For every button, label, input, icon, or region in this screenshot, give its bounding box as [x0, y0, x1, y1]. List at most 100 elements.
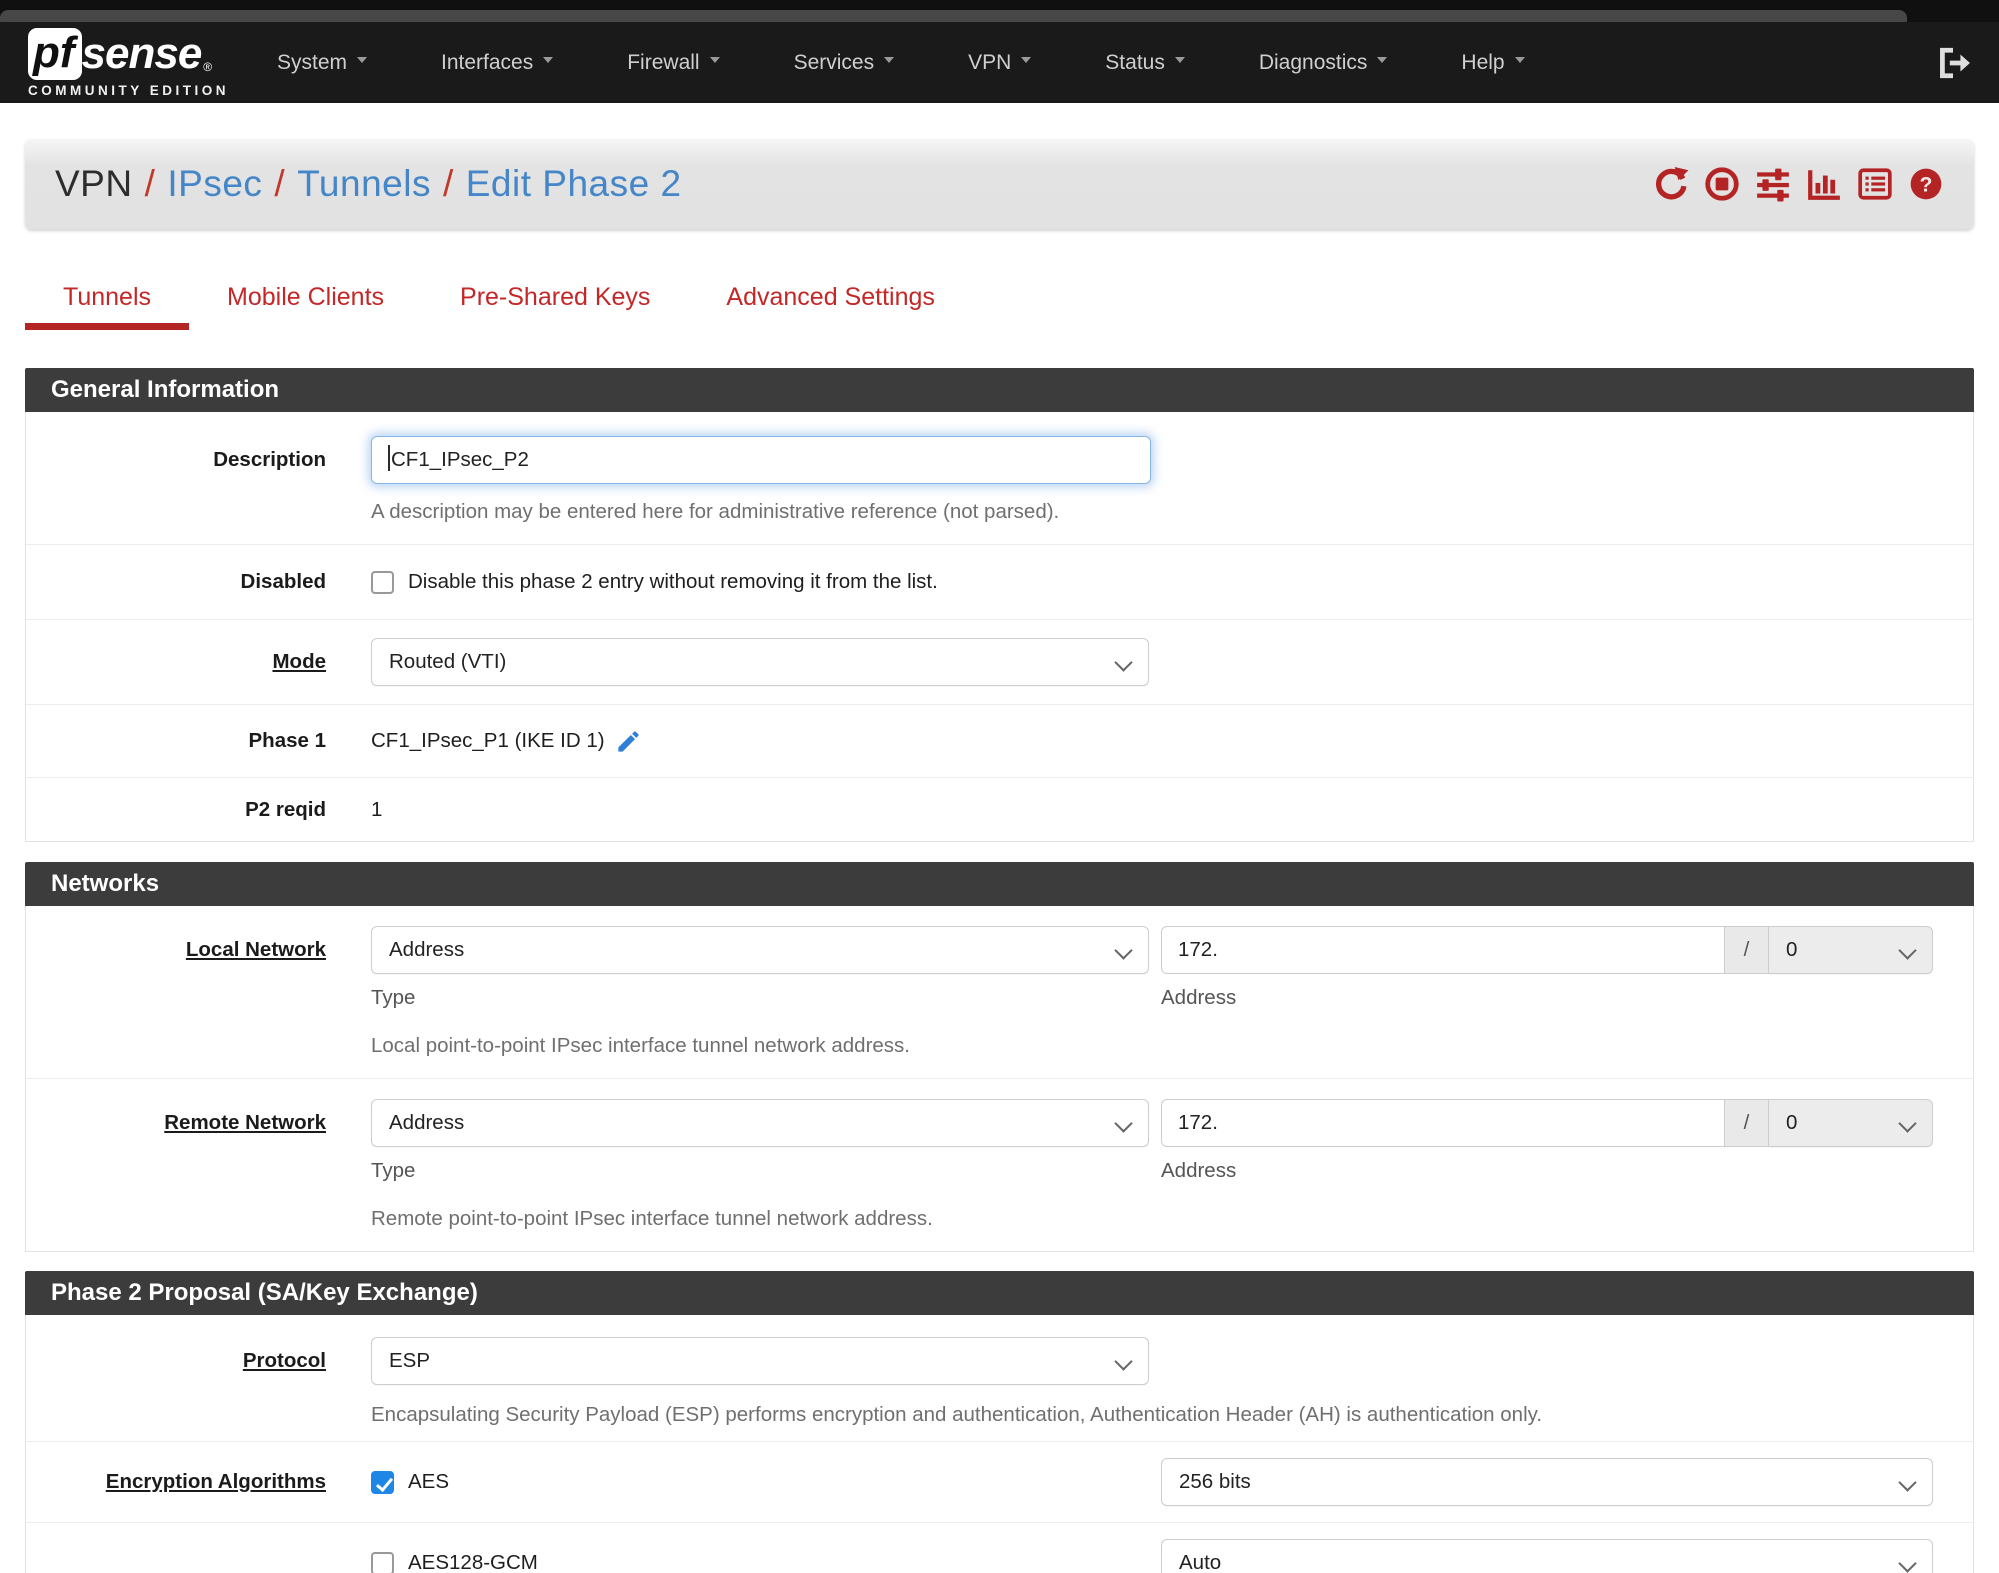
local-network-address-input[interactable]: 172. [1161, 926, 1725, 974]
breadcrumb-link-ipsec[interactable]: IPsec [167, 163, 262, 204]
section-title-networks: Networks [25, 862, 1974, 906]
description-input[interactable]: CF1_IPsec_P2 [371, 436, 1151, 484]
breadcrumb: VPN / IPsec / Tunnels / Edit Phase 2 [55, 163, 682, 204]
section-title-proposal: Phase 2 Proposal (SA/Key Exchange) [25, 1271, 1974, 1315]
aes-checkbox[interactable] [371, 1470, 394, 1494]
encryption-row-aes128gcm: AES128-GCM Auto [26, 1522, 1973, 1573]
breadcrumb-bar: VPN / IPsec / Tunnels / Edit Phase 2 ? [25, 139, 1974, 229]
nav-item-services[interactable]: Services [794, 51, 895, 75]
help-icon[interactable]: ? [1908, 166, 1944, 202]
chevron-down-icon [1377, 57, 1388, 68]
breadcrumb-link-tunnels[interactable]: Tunnels [297, 163, 431, 204]
refresh-icon[interactable] [1653, 166, 1689, 202]
p2-reqid-value: 1 [371, 798, 383, 821]
tab-mobile-clients[interactable]: Mobile Clients [189, 273, 422, 330]
local-network-type-select[interactable]: Address [371, 926, 1149, 974]
aes128gcm-checkbox-label: AES128-GCM [408, 1551, 538, 1573]
phase1-label: Phase 1 [248, 729, 327, 752]
main-navbar: pf sense ® COMMUNITY EDITION System Inte… [0, 22, 1999, 103]
pfsense-logo[interactable]: pf sense ® COMMUNITY EDITION [28, 27, 229, 98]
section-title-general: General Information [25, 368, 1974, 412]
aes128gcm-checkbox[interactable] [371, 1551, 394, 1573]
remote-network-label: Remote Network [164, 1111, 326, 1134]
sliders-icon[interactable] [1755, 166, 1791, 202]
remote-network-address-input[interactable]: 172. [1161, 1099, 1725, 1147]
type-caption: Type [371, 986, 416, 1009]
chevron-down-icon [884, 57, 895, 68]
registered-mark: ® [203, 59, 213, 74]
logo-sense-text: sense [81, 28, 203, 78]
svg-text:?: ? [1920, 173, 1933, 196]
disabled-checkbox[interactable] [371, 570, 394, 594]
type-caption: Type [371, 1159, 416, 1182]
breadcrumb-root: VPN [55, 163, 133, 204]
log-list-icon[interactable] [1857, 166, 1893, 202]
address-caption: Address [1161, 986, 1237, 1009]
tab-pre-shared-keys[interactable]: Pre-Shared Keys [422, 273, 688, 330]
slash-separator: / [1725, 926, 1769, 974]
chevron-down-icon [1514, 57, 1525, 68]
description-help: A description may be entered here for ad… [371, 500, 1060, 523]
nav-item-firewall[interactable]: Firewall [627, 51, 720, 75]
description-label: Description [213, 448, 326, 471]
disabled-checkbox-label: Disable this phase 2 entry without remov… [408, 570, 938, 593]
nav-item-diagnostics[interactable]: Diagnostics [1259, 51, 1388, 75]
mode-select[interactable]: Routed (VTI) [371, 638, 1149, 686]
tab-advanced-settings[interactable]: Advanced Settings [688, 273, 972, 330]
protocol-label: Protocol [242, 1349, 326, 1372]
general-information-panel: General Information Description CF1_IPse… [25, 368, 1974, 842]
remote-network-type-select[interactable]: Address [371, 1099, 1149, 1147]
chevron-down-icon [1021, 57, 1032, 68]
local-network-prefix-select[interactable]: 0 [1769, 926, 1933, 974]
local-network-row: Local Network Address 172. / 0 Type Addr… [26, 906, 1973, 1078]
mode-label: Mode [272, 650, 326, 673]
remote-network-prefix-select[interactable]: 0 [1769, 1099, 1933, 1147]
address-caption: Address [1161, 1159, 1237, 1182]
protocol-help: Encapsulating Security Payload (ESP) per… [371, 1403, 1543, 1426]
protocol-select[interactable]: ESP [371, 1337, 1149, 1385]
chevron-down-icon [709, 57, 720, 68]
nav-menu: System Interfaces Firewall Services VPN … [277, 51, 1525, 75]
nav-item-interfaces[interactable]: Interfaces [441, 51, 554, 75]
tab-tunnels[interactable]: Tunnels [25, 273, 190, 330]
nav-item-status[interactable]: Status [1105, 51, 1185, 75]
stop-icon[interactable] [1704, 166, 1740, 202]
p2-reqid-label: P2 reqid [245, 798, 326, 821]
phase2-proposal-panel: Phase 2 Proposal (SA/Key Exchange) Proto… [25, 1271, 1974, 1573]
page-action-icons: ? [1653, 166, 1944, 202]
phase1-value: CF1_IPsec_P1 (IKE ID 1) [371, 729, 605, 752]
window-top-strip [0, 0, 1999, 22]
remote-network-row: Remote Network Address 172. / 0 Type Add… [26, 1078, 1973, 1251]
disabled-label: Disabled [240, 570, 326, 593]
tab-bar: Tunnels Mobile Clients Pre-Shared Keys A… [25, 273, 1974, 330]
logout-icon[interactable] [1935, 45, 1971, 81]
description-row: Description CF1_IPsec_P2 A description m… [26, 412, 1973, 544]
nav-item-vpn[interactable]: VPN [968, 51, 1032, 75]
logo-pf-box: pf [28, 27, 82, 80]
edit-pencil-icon[interactable] [615, 728, 642, 755]
aes128gcm-keylen-select[interactable]: Auto [1161, 1539, 1933, 1573]
phase1-row: Phase 1 CF1_IPsec_P1 (IKE ID 1) [26, 704, 1973, 777]
protocol-row: Protocol ESP Encapsulating Security Payl… [26, 1315, 1973, 1441]
logo-edition-text: COMMUNITY EDITION [28, 82, 229, 98]
breadcrumb-link-edit-phase2[interactable]: Edit Phase 2 [466, 163, 682, 204]
slash-separator: / [1725, 1099, 1769, 1147]
p2-reqid-row: P2 reqid 1 [26, 777, 1973, 841]
networks-panel: Networks Local Network Address 172. / 0 … [25, 862, 1974, 1252]
aes-checkbox-label: AES [408, 1470, 450, 1493]
nav-item-system[interactable]: System [277, 51, 368, 75]
mode-row: Mode Routed (VTI) [26, 619, 1973, 704]
chevron-down-icon [357, 57, 368, 68]
aes-keylen-select[interactable]: 256 bits [1161, 1458, 1933, 1506]
text-cursor [388, 445, 390, 471]
nav-item-help[interactable]: Help [1461, 51, 1525, 75]
chevron-down-icon [1174, 57, 1185, 68]
encryption-algorithms-label: Encryption Algorithms [105, 1470, 326, 1493]
chevron-down-icon [543, 57, 554, 68]
disabled-row: Disabled Disable this phase 2 entry with… [26, 544, 1973, 619]
local-network-label: Local Network [185, 938, 326, 961]
chart-bar-icon[interactable] [1806, 166, 1842, 202]
local-network-help: Local point-to-point IPsec interface tun… [371, 1034, 910, 1057]
encryption-row-aes: Encryption Algorithms AES 256 bits [26, 1441, 1973, 1522]
remote-network-help: Remote point-to-point IPsec interface tu… [371, 1207, 933, 1230]
